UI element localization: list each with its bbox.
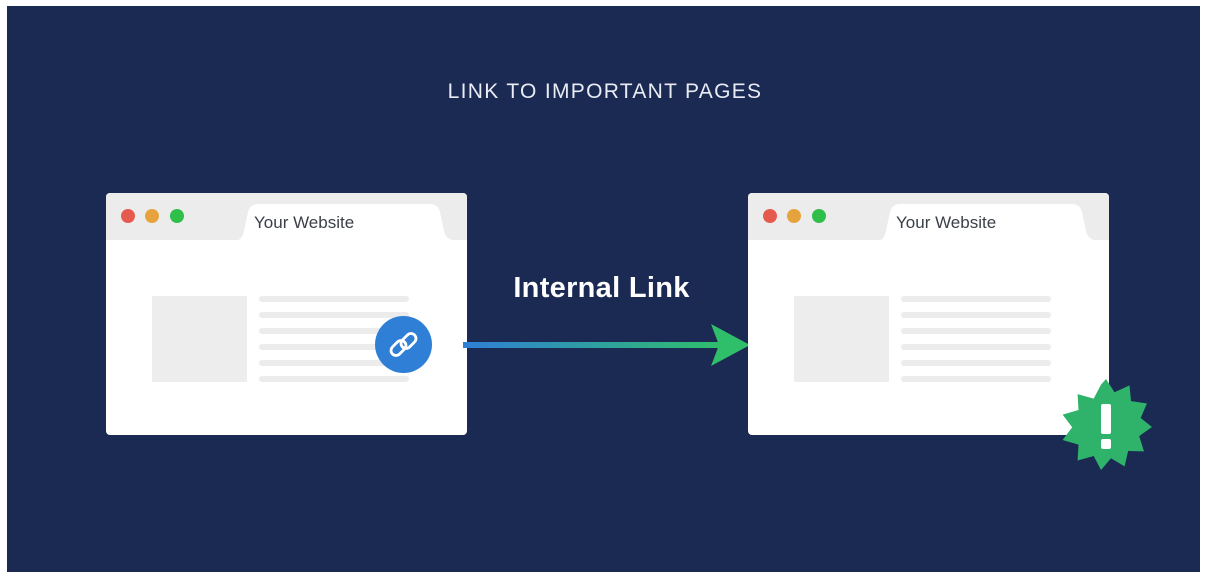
browser-tab-label: Your Website bbox=[896, 213, 997, 232]
window-minimize-dot bbox=[787, 209, 801, 223]
text-line bbox=[259, 296, 409, 302]
text-line bbox=[901, 328, 1051, 334]
browser-tab-label: Your Website bbox=[254, 213, 355, 232]
source-browser-window: Your Website bbox=[106, 193, 467, 435]
link-badge bbox=[375, 316, 432, 373]
exclamation-icon bbox=[1101, 404, 1111, 449]
window-maximize-dot bbox=[812, 209, 826, 223]
text-line bbox=[259, 376, 409, 382]
diagram-title: LINK TO IMPORTANT PAGES bbox=[447, 80, 763, 103]
internal-link-label: Internal Link bbox=[513, 272, 690, 304]
image-placeholder bbox=[152, 296, 247, 382]
link-icon bbox=[389, 332, 418, 357]
window-minimize-dot bbox=[145, 209, 159, 223]
window-close-dot bbox=[121, 209, 135, 223]
alert-seal-badge bbox=[1062, 379, 1152, 470]
window-close-dot bbox=[763, 209, 777, 223]
internal-link-arrow bbox=[463, 324, 750, 366]
target-browser-window: Your Website bbox=[748, 193, 1109, 435]
text-line bbox=[901, 360, 1051, 366]
text-line bbox=[901, 296, 1051, 302]
text-line bbox=[901, 344, 1051, 350]
image-placeholder bbox=[794, 296, 889, 382]
window-maximize-dot bbox=[170, 209, 184, 223]
text-line bbox=[901, 376, 1051, 382]
text-line bbox=[901, 312, 1051, 318]
